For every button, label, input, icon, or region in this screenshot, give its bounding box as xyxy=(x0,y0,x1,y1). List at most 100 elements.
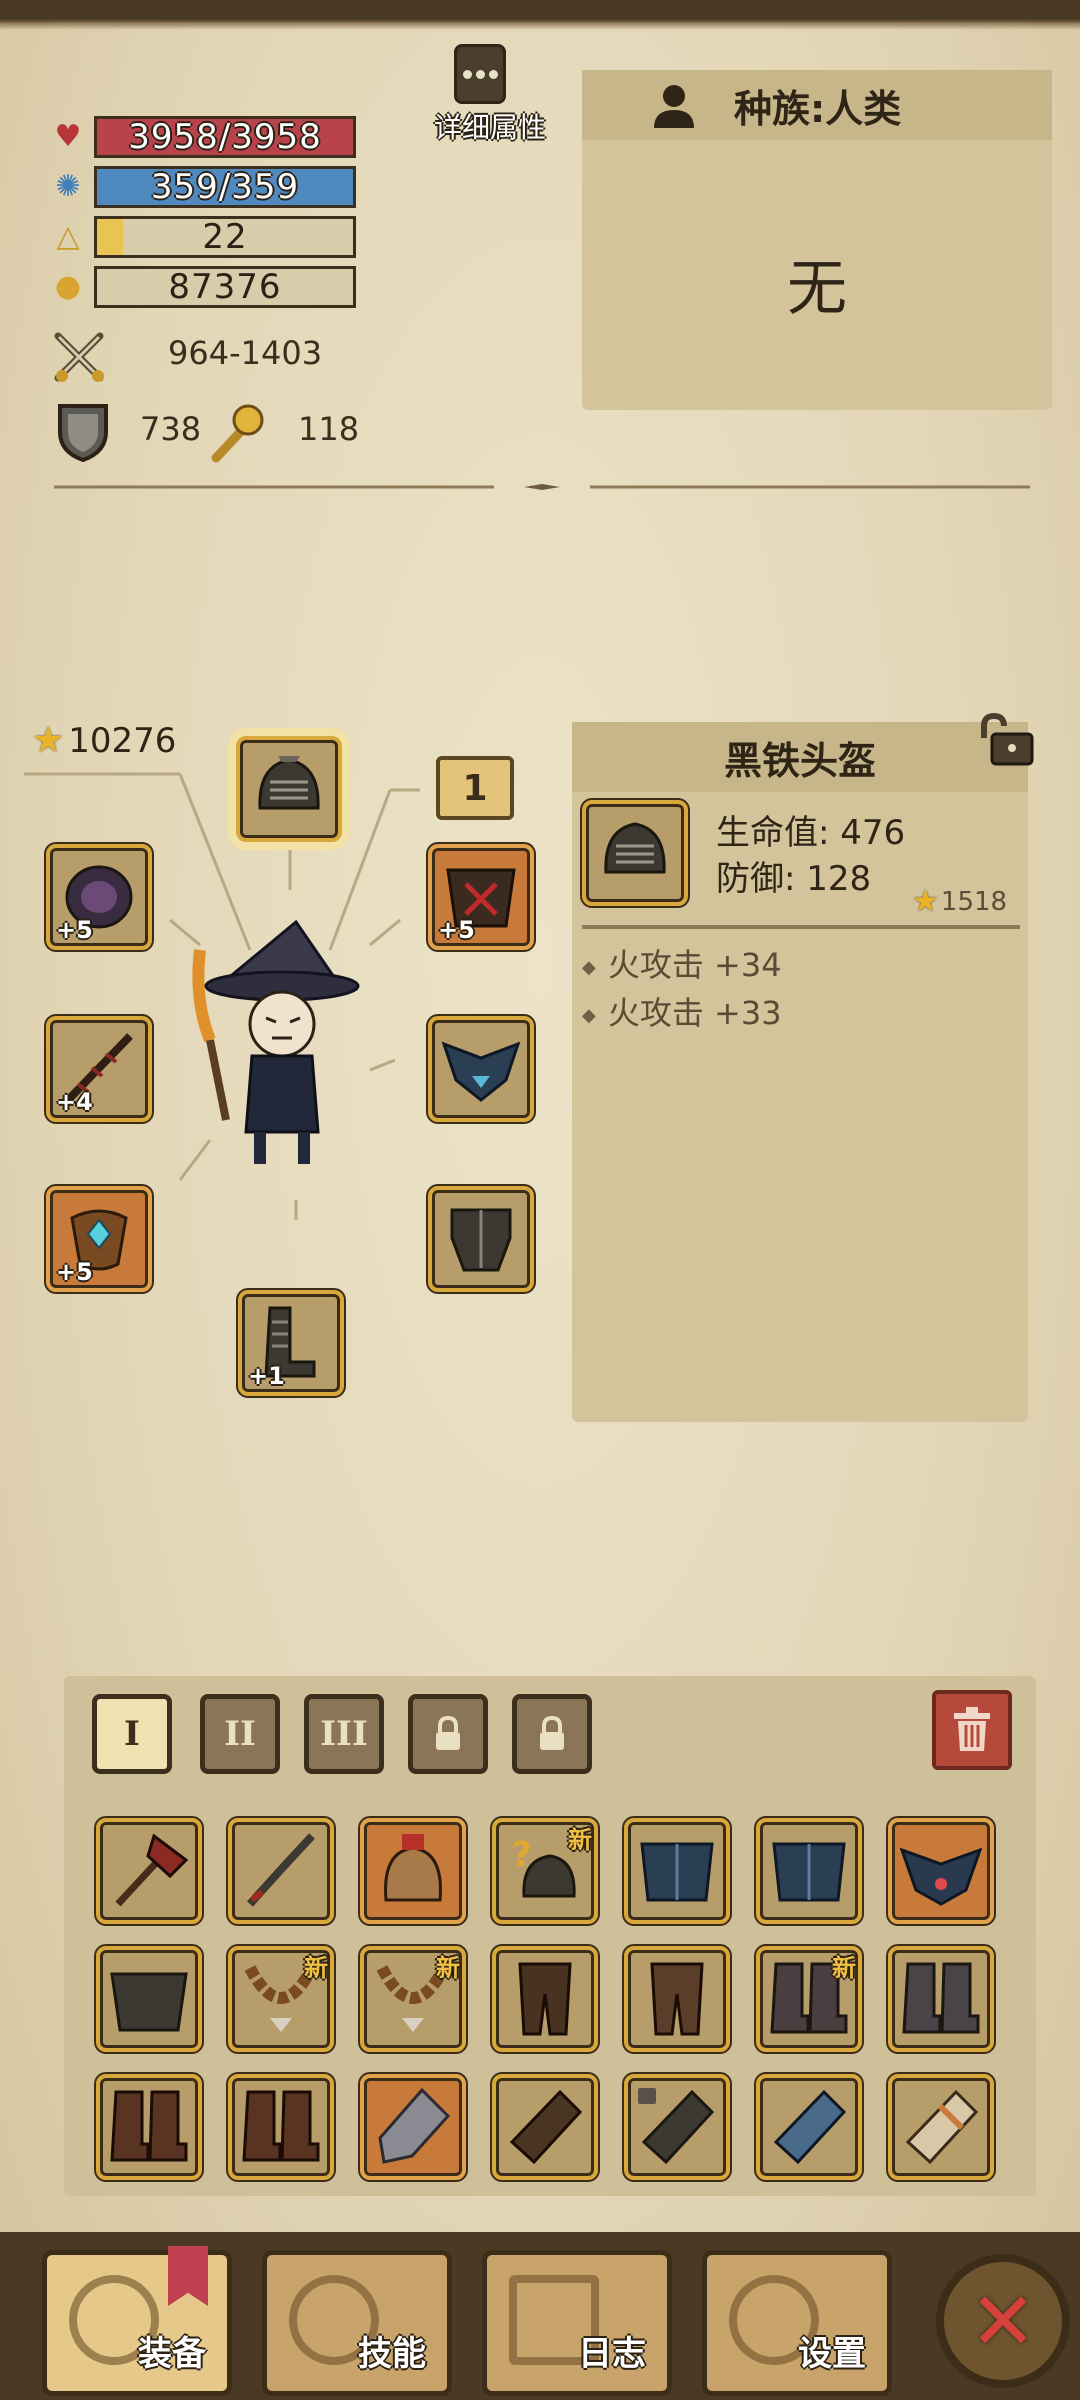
race-title: 种族:人类 xyxy=(734,86,902,131)
inventory-item[interactable] xyxy=(624,1818,730,1924)
equip-slot-right-3[interactable] xyxy=(428,1186,534,1292)
locked-bracer-icon xyxy=(638,2088,715,2165)
inventory-item[interactable] xyxy=(96,1946,202,2052)
inventory-item[interactable] xyxy=(228,1818,334,1924)
nav-skills-button[interactable]: 技能 xyxy=(262,2250,452,2396)
level-triangle-icon: △ xyxy=(56,218,80,254)
leather-pants-icon xyxy=(518,1962,572,2036)
level-row: △ 22 xyxy=(50,214,360,258)
inventory-item[interactable] xyxy=(360,2074,466,2180)
inventory-tab-1[interactable]: I xyxy=(92,1694,172,1774)
inventory-item[interactable] xyxy=(888,1946,994,2052)
inventory-item[interactable]: 新 xyxy=(228,1946,334,2052)
magic-value: 118 xyxy=(298,410,360,448)
steel-gauntlet-icon xyxy=(378,2087,451,2164)
trash-button[interactable] xyxy=(932,1690,1012,1770)
upgrade-level: +5 xyxy=(56,916,93,944)
nav-equip-label: 装备 xyxy=(138,2334,206,2374)
knight-helmet-icon xyxy=(604,822,666,874)
inventory-item[interactable] xyxy=(756,2074,862,2180)
equip-slot-left-3[interactable]: +5 xyxy=(46,1186,152,1292)
svg-text:?: ? xyxy=(512,1835,532,1875)
equip-slot-left-2[interactable]: +4 xyxy=(46,1016,152,1122)
nav-settings-button[interactable]: 设置 xyxy=(702,2250,892,2396)
inventory-item[interactable]: 新 xyxy=(360,1946,466,2052)
magic-staff-icon xyxy=(211,404,264,463)
equipment-set-level[interactable]: 1 xyxy=(436,756,514,820)
detail-attributes-button[interactable] xyxy=(454,44,506,104)
equip-slot-right-2[interactable] xyxy=(428,1016,534,1122)
level-value: 22 xyxy=(202,217,248,257)
race-value: 无 xyxy=(787,254,847,324)
trash-icon xyxy=(954,1707,990,1751)
inventory-item[interactable] xyxy=(228,2074,334,2180)
inventory-tab-2[interactable]: II xyxy=(200,1694,280,1774)
top-frame xyxy=(0,0,1080,30)
blue-chestplate-icon xyxy=(772,1842,846,1902)
inventory-item[interactable] xyxy=(492,2074,598,2180)
dark-greaves-icon xyxy=(450,1208,512,1272)
nav-log-button[interactable]: 日志 xyxy=(482,2250,672,2396)
hp-value: 3958/3958 xyxy=(128,117,322,157)
helmet-slot[interactable] xyxy=(236,736,342,842)
knight-helmet-icon xyxy=(258,756,320,810)
power-score-value: 10276 xyxy=(68,720,177,761)
unlock-icon[interactable] xyxy=(976,712,1036,768)
mp-row: ✺ 359/359 xyxy=(50,164,360,208)
mp-value: 359/359 xyxy=(150,167,300,207)
inventory-item[interactable] xyxy=(888,2074,994,2180)
gold-value: 87376 xyxy=(168,267,282,307)
heart-icon: ♥ xyxy=(54,118,82,154)
hp-bar: 3958/3958 xyxy=(94,116,356,158)
lock-icon xyxy=(540,1716,564,1750)
inventory-item[interactable] xyxy=(96,2074,202,2180)
item-stats: 生命值: 476 防御: 128 xyxy=(716,810,905,902)
spiked-pauldron-icon xyxy=(900,1847,982,1906)
attack-value: 964-1403 xyxy=(168,334,323,372)
inventory-item[interactable] xyxy=(96,1818,202,1924)
equip-slot-left-1[interactable]: +5 xyxy=(46,844,152,950)
inventory-tab-3[interactable]: III xyxy=(304,1694,384,1774)
upgrade-level: +1 xyxy=(248,1362,285,1390)
star-icon: ★ xyxy=(912,884,939,919)
plated-boots-icon xyxy=(902,1962,980,2034)
person-icon xyxy=(654,85,694,128)
war-axe-icon xyxy=(115,1833,189,1907)
leather-boots-icon xyxy=(242,2090,320,2162)
ornament-divider xyxy=(54,484,1030,490)
shield-icon xyxy=(58,404,108,462)
blue-bracer-icon xyxy=(773,2089,847,2165)
wrapped-bracer-icon xyxy=(905,2089,979,2165)
inventory-item[interactable]: 新 xyxy=(756,1946,862,2052)
item-affix-1: 火攻击 +34 xyxy=(582,940,782,986)
spartan-helmet-icon xyxy=(384,1834,442,1902)
upgrade-level: +5 xyxy=(56,1258,93,1286)
crossed-swords-icon xyxy=(54,332,104,382)
inventory-item[interactable] xyxy=(756,1818,862,1924)
inventory-item[interactable] xyxy=(360,1818,466,1924)
detail-attributes-label[interactable]: 详细属性 xyxy=(420,106,560,146)
gold-row: ● 87376 xyxy=(50,264,360,308)
race-header: 种族:人类 xyxy=(582,70,1052,140)
inventory-item[interactable] xyxy=(492,1946,598,2052)
nav-settings-label: 设置 xyxy=(798,2334,866,2374)
inventory-item[interactable]: ? 新 xyxy=(492,1818,598,1924)
close-icon: ✕ xyxy=(969,2274,1037,2368)
dark-breastplate-icon xyxy=(110,1972,188,2032)
equip-slot-right-1[interactable]: +5 xyxy=(428,844,534,950)
inventory-item[interactable] xyxy=(624,1946,730,2052)
mana-icon: ✺ xyxy=(55,168,81,204)
item-affix-2: 火攻击 +33 xyxy=(582,988,782,1034)
item-name: 黑铁头盔 xyxy=(572,722,1028,792)
defense-value: 738 xyxy=(140,410,202,448)
inventory-tab-locked-2[interactable] xyxy=(512,1694,592,1774)
inventory-item[interactable] xyxy=(624,2074,730,2180)
inventory-item[interactable] xyxy=(888,1818,994,1924)
hp-row: ♥ 3958/3958 xyxy=(50,114,360,158)
item-stat-defense: 防御: 128 xyxy=(716,859,872,899)
item-detail-icon xyxy=(582,800,688,906)
boots-slot[interactable]: +1 xyxy=(238,1290,344,1396)
inventory-tab-locked-1[interactable] xyxy=(408,1694,488,1774)
new-badge: 新 xyxy=(568,1826,592,1854)
close-button[interactable]: ✕ xyxy=(936,2254,1070,2388)
